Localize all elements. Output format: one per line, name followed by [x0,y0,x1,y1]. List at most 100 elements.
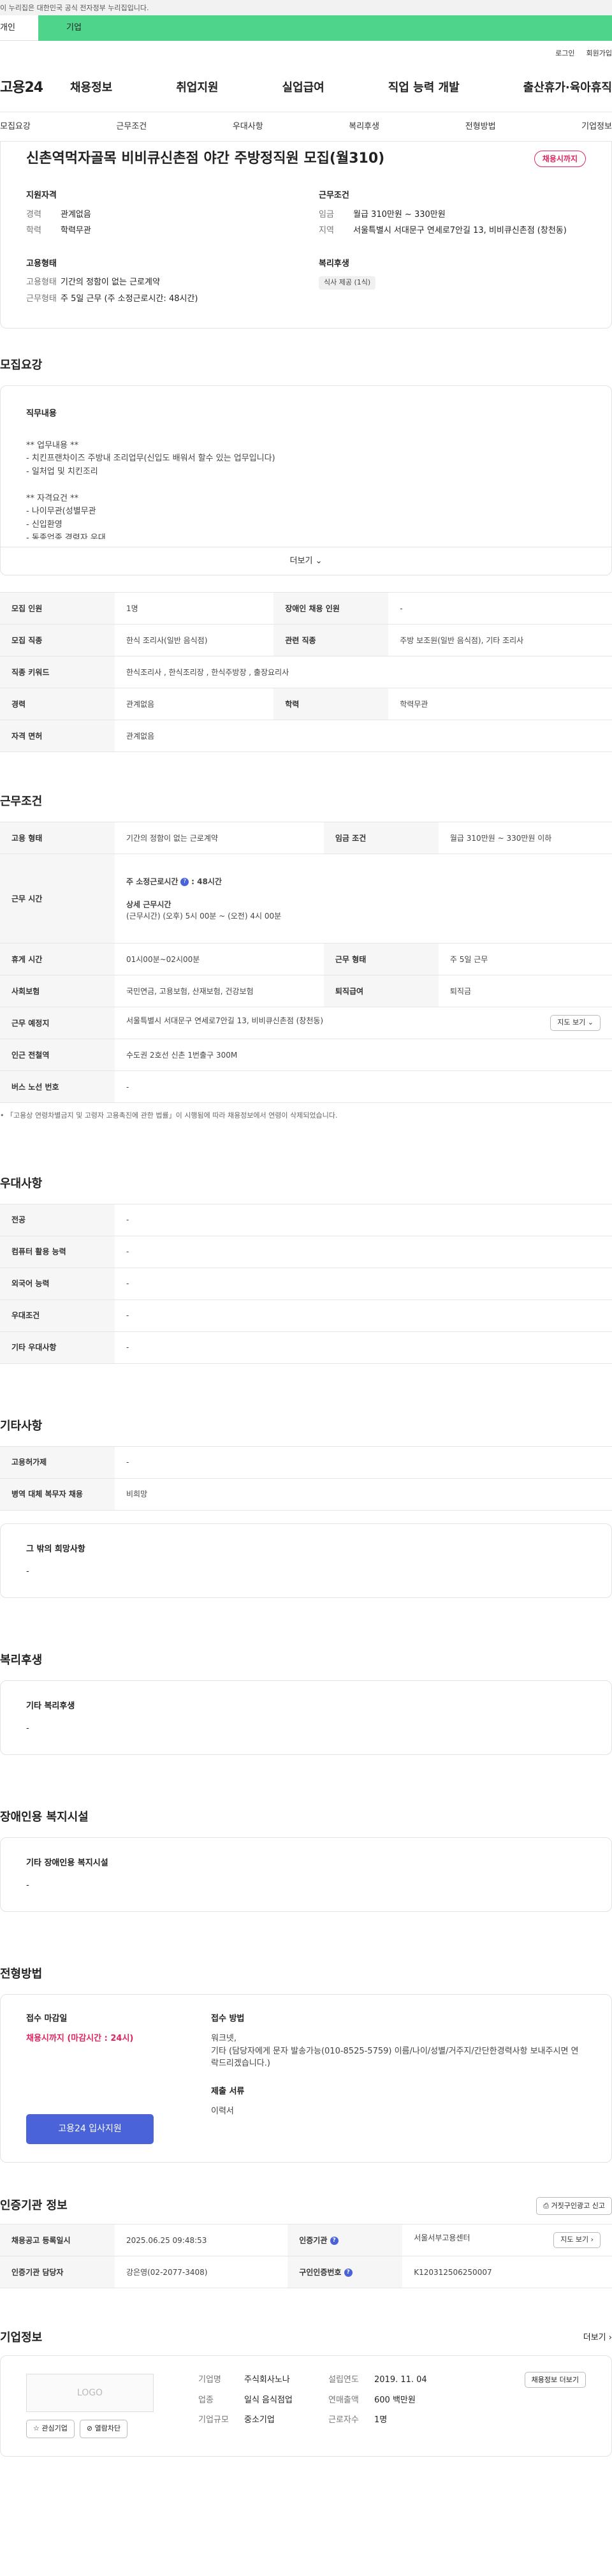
table-value: 한식조리사 , 한식조리장 , 한식주방장 , 출장요리사 [115,656,612,688]
selection-card: 접수 마감일 채용시까지 (마감시간 : 24시) 고용24 입사지원 접수 방… [0,1994,612,2163]
table-key: 장애인 채용 인원 [273,592,389,625]
table-row: 휴게 시간 01시00분~02시00분 근무 형태 주 5일 근무 [0,943,612,975]
table-value: 월급 310만원 ~ 330만원 이하 [438,822,612,854]
gnb-jobs[interactable]: 채용정보 [70,79,112,96]
table-key: 근무 형태 [323,943,439,975]
table-row: 인증기관 담당자 강은영(02-2077-3408) 구인인증번호 ? K120… [0,2256,612,2288]
kv-key: 지역 [319,226,334,235]
num-key-label: 구인인증번호 [299,2267,342,2277]
table-value: - [115,1331,612,1364]
anchor-selection[interactable]: 전형방법 [465,121,496,133]
company-more-link[interactable]: 더보기 › [583,2332,612,2344]
table-row: 버스 노선 번호 - [0,1070,612,1103]
table-value: 관계없음 [115,720,612,752]
job-title: 신촌역먹자골목 비비큐신촌점 야간 주방정직원 모집(월310) [26,151,385,167]
table-value: - [115,1236,612,1268]
conditions-block: 근무조건 임금 월급 310만원 ~ 330만원 지역 서울특별시 서대문구 연세로… [319,189,586,241]
welfare-chip: 식사 제공 (1식) [319,276,376,290]
table-key: 기타 우대사항 [0,1331,115,1364]
favorite-button[interactable]: ☆ 관심기업 [26,2420,75,2438]
login-link[interactable]: 로그인 [555,48,574,64]
apply-button[interactable]: 고용24 입사지원 [26,2113,154,2144]
kv-value: 기간의 정함이 없는 근로계약 [61,278,160,287]
age-note-text: 「고용상 연령차별금지 및 고령자 고용촉진에 관한 법률」이 시행됨에 따라 … [6,1111,338,1120]
kv-value: 월급 310만원 ~ 330만원 [353,209,446,219]
global-nav: 고용24 채용정보 취업지원 실업급여 직업 능력 개발 출산휴가·육아휴직 [0,64,612,112]
anchor-recruit[interactable]: 모집요강 [0,121,31,133]
company-key: 설립연도 [328,2375,359,2385]
welfare-card-title: 기타 복리후생 [26,1701,75,1711]
anchor-conditions[interactable]: 근무조건 [116,121,147,133]
welfare-block: 복리후생 식사 제공 (1식) [319,258,586,309]
conditions-table: 고용 형태 기간의 정함이 없는 근로계약 임금 조건 월급 310만원 ~ 3… [0,822,612,1103]
table-row: 자격 면허 관계없음 [0,720,612,752]
section-title-welfare: 복리후생 [0,1653,43,1667]
info-icon[interactable]: ? [180,877,189,886]
table-row: 고용 형태 기간의 정함이 없는 근로계약 임금 조건 월급 310만원 ~ 3… [0,822,612,854]
table-value: 1명 [115,592,274,625]
method-title: 접수 방법 [211,2013,245,2024]
map-button-label: 지도 보기 [557,1018,586,1027]
report-button[interactable]: ⎙ 거짓구인광고 신고 [536,2196,612,2215]
section-title-institution: 인증기관 정보 [0,2199,68,2213]
hours-week-value: : 48시간 [191,877,222,886]
site-logo[interactable]: 고용24 [0,77,70,98]
company-key: 기업명 [198,2375,221,2385]
tab-person[interactable]: 개인 [0,15,38,41]
gnb-training[interactable]: 직업 능력 개발 [388,79,460,96]
org-map-label: 지도 보기 [560,2235,589,2244]
tab-company[interactable]: 기업 [38,15,612,41]
kv-key: 임금 [319,209,334,219]
user-type-tabs: 개인 기업 [0,15,612,41]
company-value: 2019. 11. 04 [374,2375,427,2385]
table-row: 인근 전철역 수도권 2호선 신촌 1번출구 300M [0,1039,612,1071]
chevron-down-icon: ⌄ [587,1018,594,1027]
kv-key: 근무형태 [26,293,57,304]
gnb-unemployment[interactable]: 실업급여 [282,79,324,96]
table-value: 수도권 2호선 신촌 1번출구 300M [115,1039,612,1071]
table-key: 병역 대체 복무자 채용 [0,1478,115,1511]
table-row: 모집 인원 1명 장애인 채용 인원 - [0,592,612,625]
table-value: - [115,1299,612,1332]
map-button[interactable]: 지도 보기 ⌄ [550,1015,601,1031]
duty-title: 직무내용 [26,409,57,418]
gnb-leave[interactable]: 출산휴가·육아휴직 [523,79,612,96]
table-row: 모집 직종 한식 조리사(일반 음식점) 관련 직종 주방 보조원(일반 음식점… [0,624,612,656]
job-summary-card: 신촌역먹자골목 비비큐신촌점 야간 주방정직원 모집(월310) 채용시까지 지… [0,142,612,329]
work-hours-cell: 주 소정근로시간 ? : 48시간 상세 근무시간 (근무시간) (오후) 5시… [115,854,612,944]
company-logo: LOGO [26,2374,154,2412]
deadline-title: 접수 마감일 [26,2013,68,2024]
company-key: 기업규모 [198,2415,229,2425]
table-value: 주방 보조원(일반 음식점), 기타 조리사 [388,624,612,656]
block-button[interactable]: ⊘ 열람차단 [79,2420,128,2438]
method-value: 워크넷, 기타 (담당자에게 문자 발송가능(010-8525-5759) 이름… [211,2034,579,2068]
table-row: 우대조건 - [0,1299,612,1332]
gnb-support[interactable]: 취업지원 [176,79,218,96]
table-value: 국민연금, 고용보험, 산재보험, 건강보험 [115,975,324,1007]
more-button[interactable]: 더보기 ⌄ [1,546,611,575]
workplace-cell: 서울특별시 서대문구 연세로7안길 13, 비비큐신촌점 (창천동) 지도 보기… [115,1007,612,1039]
info-icon[interactable]: ? [330,2236,339,2245]
docs-title: 제출 서류 [211,2086,245,2096]
info-icon[interactable]: ? [344,2268,353,2277]
section-title-others: 기타사항 [0,1419,43,1433]
company-value: 1명 [374,2415,388,2425]
org-map-button[interactable]: 지도 보기 › [553,2232,601,2248]
table-key: 모집 인원 [0,592,115,625]
anchor-preference[interactable]: 우대사항 [233,121,263,133]
table-row: 사회보험 국민연금, 고용보험, 산재보험, 건강보험 퇴직급여 퇴직금 [0,975,612,1007]
join-link[interactable]: 회원가입 [586,48,612,64]
anchor-welfare[interactable]: 복리후생 [349,121,379,133]
table-value: - [388,592,612,625]
table-value: K120312506250007 [402,2256,612,2288]
employment-block: 고용형태 고용형태 기간의 정함이 없는 근로계약 근무형태 주 5일 근무 (주 … [26,258,293,309]
anchor-company[interactable]: 기업정보 [581,121,612,133]
table-value: 강은영(02-2077-3408) [115,2256,288,2288]
docs-value: 이력서 [211,2106,234,2116]
star-icon: ☆ [33,2424,40,2432]
age-note: • 「고용상 연령차별금지 및 고령자 고용촉진에 관한 법률」이 시행됨에 따… [0,1111,338,1120]
company-jobs-button[interactable]: 채용정보 더보기 [524,2372,586,2388]
table-value: 기간의 정함이 없는 근로계약 [115,822,324,854]
conditions-title: 근무조건 [319,191,349,200]
kv-key: 고용형태 [26,278,57,287]
